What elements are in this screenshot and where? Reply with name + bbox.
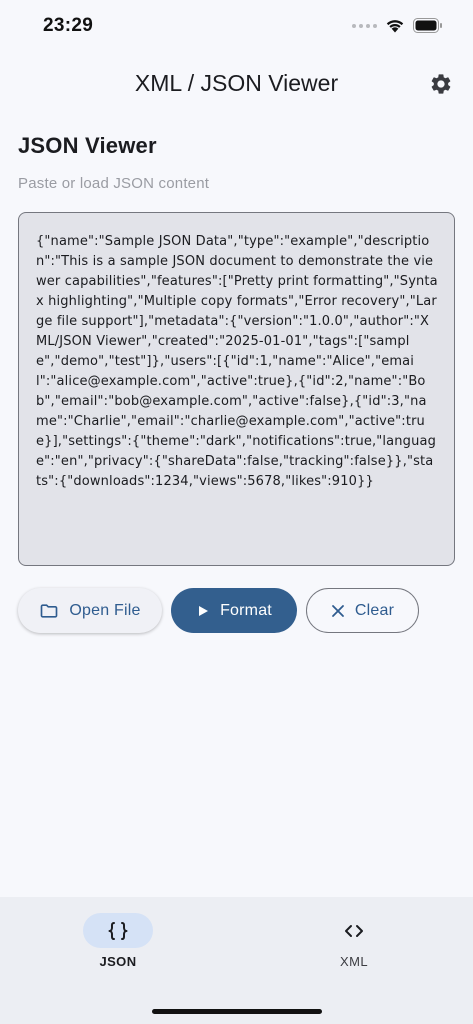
- settings-button[interactable]: [423, 69, 459, 99]
- battery-icon: [413, 18, 442, 33]
- app-title: XML / JSON Viewer: [134, 70, 339, 96]
- signal-dots-icon: [352, 23, 377, 28]
- gear-icon: [431, 74, 451, 94]
- status-time: 23:29: [43, 15, 94, 36]
- page-title: JSON Viewer: [18, 133, 157, 158]
- json-input[interactable]: {"name":"Sample JSON Data","type":"examp…: [18, 212, 455, 566]
- folder-icon: [41, 603, 58, 618]
- status-bar: 23:29: [0, 0, 473, 56]
- close-icon: [331, 604, 344, 617]
- open-file-label: Open File: [69, 601, 141, 619]
- nav-item-json[interactable]: JSON: [73, 913, 163, 973]
- nav-label-xml: XML: [340, 954, 368, 969]
- home-indicator: [152, 1009, 322, 1014]
- nav-indicator: [83, 913, 153, 948]
- nav-item-xml[interactable]: XML: [309, 913, 399, 973]
- clear-button[interactable]: Clear: [306, 588, 419, 633]
- page-subtitle: Paste or load JSON content: [18, 175, 210, 192]
- bottom-navigation: JSON XML: [0, 897, 473, 1024]
- format-label: Format: [220, 601, 272, 619]
- code-icon: [345, 924, 363, 937]
- braces-icon: [108, 921, 128, 940]
- clear-label: Clear: [354, 601, 395, 619]
- nav-indicator-xml: [319, 913, 389, 948]
- status-icons: [352, 18, 443, 33]
- wifi-icon: [386, 20, 404, 33]
- open-file-button[interactable]: Open File: [18, 588, 162, 633]
- app-bar: XML / JSON Viewer: [0, 56, 473, 112]
- nav-label-json: JSON: [99, 954, 137, 969]
- format-button[interactable]: Format: [171, 588, 297, 633]
- play-icon: [199, 605, 209, 616]
